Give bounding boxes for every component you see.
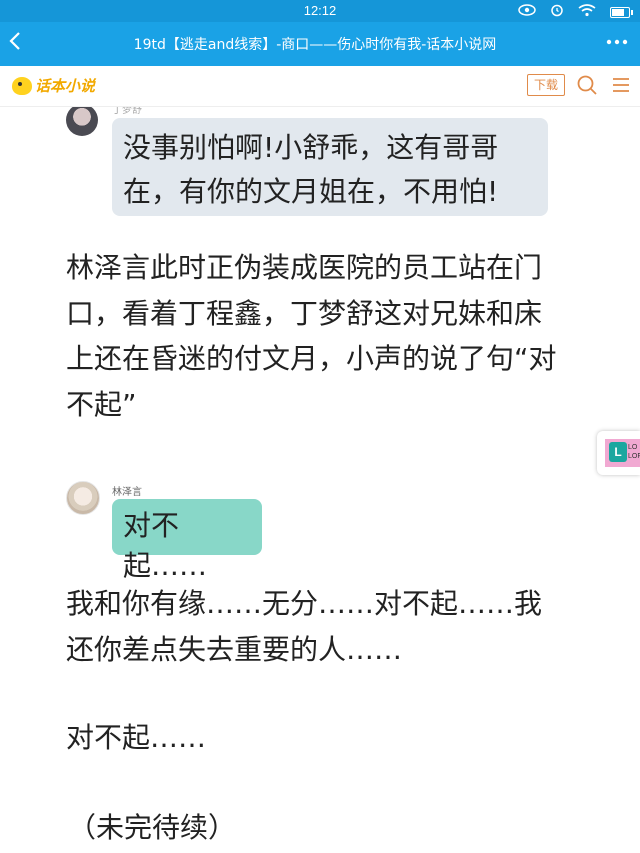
avatar[interactable] bbox=[66, 107, 98, 136]
floating-ad-tab[interactable]: L LO LOF bbox=[597, 431, 640, 475]
download-button[interactable]: 下载 bbox=[527, 74, 565, 96]
site-bar: 话本小说 下载 bbox=[0, 66, 640, 107]
alarm-icon bbox=[550, 3, 564, 20]
narration-paragraph: 对不起…… bbox=[66, 721, 207, 754]
speaker-name: 林泽言 bbox=[112, 487, 142, 498]
page-title: 19td【逃走and线索】-商口——伤心时你有我-话本小说网 bbox=[133, 37, 497, 53]
narration-paragraph: 林泽言此时正伪装成医院的员工站在门口，看着丁程鑫，丁梦舒这对兄妹和床上还在昏迷的… bbox=[66, 251, 557, 421]
chevron-left-icon[interactable] bbox=[8, 30, 32, 58]
dialogue-bubble: 没事别怕啊!小舒乖，这有哥哥在，有你的文月姐在，不用怕! bbox=[112, 118, 548, 216]
eye-icon bbox=[518, 4, 536, 19]
status-bar: 12:12 bbox=[0, 0, 640, 22]
search-icon[interactable] bbox=[576, 74, 598, 96]
wifi-icon bbox=[578, 3, 596, 20]
ad-label-line: LOF bbox=[628, 453, 640, 460]
site-logo[interactable]: 话本小说 bbox=[12, 75, 95, 96]
title-bar: 19td【逃走and线索】-商口——伤心时你有我-话本小说网 bbox=[0, 22, 640, 66]
ad-label-line: LO bbox=[628, 444, 638, 451]
story-content: 丁梦舒 没事别怕啊!小舒乖，这有哥哥在，有你的文月姐在，不用怕! 林泽言此时正伪… bbox=[0, 107, 640, 853]
menu-icon[interactable] bbox=[612, 76, 630, 94]
ad-label: LO LOF bbox=[628, 443, 640, 461]
speaker-name: 丁梦舒 bbox=[112, 107, 142, 116]
lofter-logo-icon: L bbox=[609, 442, 627, 462]
battery-icon bbox=[610, 7, 633, 18]
dialogue-bubble: 对不起…… bbox=[112, 499, 262, 582]
status-icons bbox=[518, 3, 633, 20]
to-be-continued: （未完待续） bbox=[68, 811, 237, 844]
avatar[interactable] bbox=[66, 481, 100, 515]
bird-logo-icon bbox=[12, 76, 32, 95]
logo-text: 话本小说 bbox=[35, 77, 96, 95]
more-dots-icon[interactable] bbox=[606, 30, 628, 59]
narration-paragraph: 我和你有缘……无分……对不起……我还你差点失去重要的人…… bbox=[66, 587, 543, 666]
